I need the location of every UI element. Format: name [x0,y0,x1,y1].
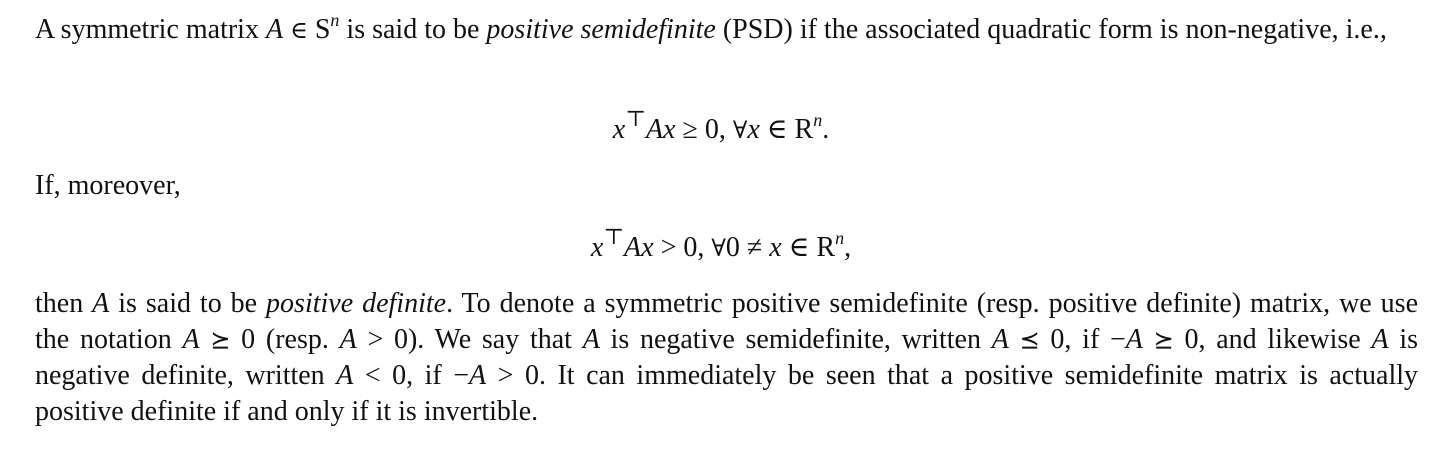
paragraph-psd-definition: A symmetric matrix A ∈ Sn is said to be … [35,9,1418,48]
paragraph-moreover: If, moreover, [35,170,181,201]
matrix-symbol: A [182,324,200,355]
equation-pd: x⊤Ax > 0, ∀0 ≠ x ∈ Rn, [0,225,1442,266]
real-set-symbol: R [816,232,836,263]
punctuation: , [844,232,852,263]
var-x: x [612,114,626,145]
text: is said to be [109,288,267,319]
term-positive-definite: positive definite [266,288,447,319]
transpose-symbol: ⊤ [625,105,646,131]
expr-ax: Ax [624,232,654,263]
text: 0, and likewise [1173,324,1372,355]
matrix-symbol: A [339,324,357,355]
matrix-symbol: A [336,360,354,391]
matrix-symbol: A [265,14,284,45]
exponent-n: n [835,227,845,248]
forall-symbol: ∀ [732,116,748,144]
paragraph-notation: then A is said to be positive definite. … [35,286,1418,430]
text: then [35,288,93,319]
text: (PSD) if the associated quadratic form i… [715,14,1387,45]
text: < 0, if − [353,360,470,391]
text: A symmetric matrix [35,14,266,45]
matrix-symbol: A [1371,324,1389,355]
var-x: x [747,114,760,145]
equation-psd: x⊤Ax ≥ 0, ∀x ∈ Rn. [0,107,1442,148]
term-positive-semidefinite: positive semidefinite [486,14,716,45]
relation: > 0, [653,232,712,263]
exponent-n: n [330,9,340,30]
expr-ax: Ax [645,114,676,145]
preceq-symbol: ⪯ [1019,326,1040,354]
relation: ≥ 0, [675,114,733,145]
punctuation: . [822,114,830,145]
symmetric-set-symbol: S [314,14,331,45]
var-x: x [590,232,604,263]
real-set-symbol: R [794,114,814,145]
zero: 0 [725,232,740,263]
matrix-symbol: A [582,324,600,355]
not-equal-symbol: ≠ [739,232,770,263]
text: is said to be [339,14,487,45]
var-x: x [769,232,782,263]
element-of-symbol: ∈ [759,114,795,145]
text: 0 (resp. [230,324,340,355]
matrix-symbol: A [469,360,487,391]
document-page: A symmetric matrix A ∈ Sn is said to be … [0,0,1442,452]
matrix-symbol: A [1125,324,1143,355]
matrix-symbol: A [991,324,1009,355]
exponent-n: n [813,109,823,130]
succeq-symbol: ⪰ [1153,326,1174,354]
element-of-symbol: ∈ [781,232,817,263]
forall-symbol: ∀ [711,234,726,262]
transpose-symbol: ⊤ [603,223,625,249]
text: is negative semidefinite, written [599,324,992,355]
matrix-symbol: A [92,288,110,319]
text: > 0). We say that [356,324,583,355]
element-of-symbol: ∈ [290,16,308,44]
succeq-symbol: ⪰ [210,326,231,354]
text: 0, if − [1039,324,1126,355]
